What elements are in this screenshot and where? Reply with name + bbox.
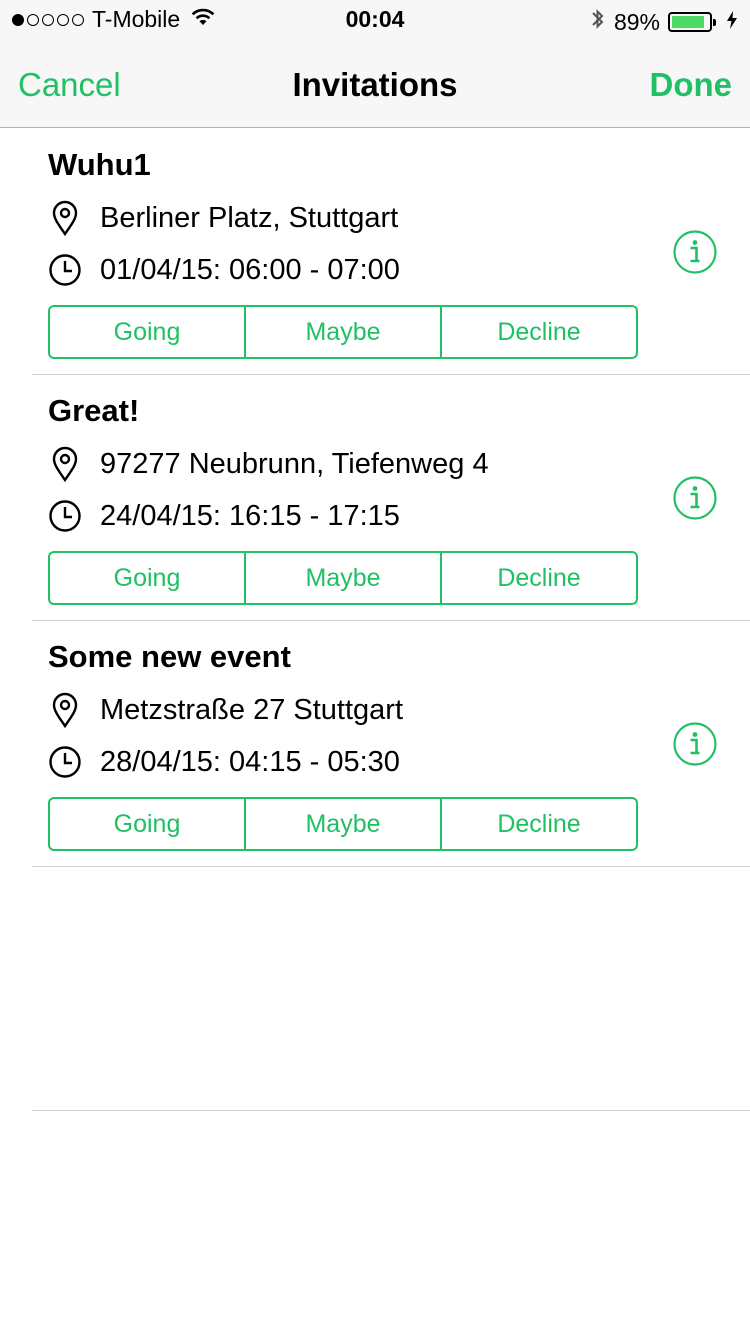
info-icon[interactable] (672, 229, 718, 275)
done-button[interactable]: Done (650, 66, 733, 104)
maybe-button[interactable]: Maybe (246, 553, 442, 603)
battery-percent: 89% (613, 8, 660, 35)
rsvp-segmented-control: Going Maybe Decline (48, 305, 638, 359)
battery-level (672, 16, 705, 28)
invitation-row: Great! 97277 Neubrunn, Tiefenweg 4 24/04… (0, 375, 750, 621)
rsvp-segmented-control: Going Maybe Decline (48, 797, 638, 851)
clock-icon (48, 743, 82, 781)
maybe-button[interactable]: Maybe (246, 799, 442, 849)
status-bar: T-Mobile 00:04 89% (0, 0, 750, 40)
page-title: Invitations (292, 66, 458, 103)
event-location: Metzstraße 27 Stuttgart (100, 693, 404, 726)
event-title: Great! (48, 393, 140, 428)
event-title: Some new event (48, 639, 291, 674)
event-time: 28/04/15: 04:15 - 05:30 (100, 745, 400, 778)
invitation-row: Wuhu1 Berliner Platz, Stuttgart 01/04/15… (0, 129, 750, 375)
maybe-button[interactable]: Maybe (246, 307, 442, 357)
map-pin-icon (48, 199, 82, 237)
event-location: Berliner Platz, Stuttgart (100, 201, 399, 234)
event-title: Wuhu1 (48, 147, 151, 182)
info-icon[interactable] (672, 721, 718, 767)
row-divider (32, 866, 750, 867)
bluetooth-icon (590, 6, 606, 38)
map-pin-icon (48, 445, 82, 483)
decline-button[interactable]: Decline (442, 799, 636, 849)
top-bar: T-Mobile 00:04 89% Cancel Invitations Do… (0, 0, 750, 128)
decline-button[interactable]: Decline (442, 553, 636, 603)
event-time: 24/04/15: 16:15 - 17:15 (100, 499, 400, 532)
event-time: 01/04/15: 06:00 - 07:00 (100, 253, 400, 286)
invitation-row: Some new event Metzstraße 27 Stuttgart 2… (0, 621, 750, 867)
decline-button[interactable]: Decline (442, 307, 636, 357)
going-button[interactable]: Going (50, 553, 246, 603)
battery-icon (668, 12, 716, 32)
clock-icon (48, 497, 82, 535)
empty-row-divider (32, 1110, 750, 1111)
map-pin-icon (48, 691, 82, 729)
going-button[interactable]: Going (50, 799, 246, 849)
charging-icon (726, 9, 738, 36)
info-icon[interactable] (672, 475, 718, 521)
clock-icon (48, 251, 82, 289)
navigation-bar: Cancel Invitations Done (0, 40, 750, 128)
rsvp-segmented-control: Going Maybe Decline (48, 551, 638, 605)
invitation-list: Wuhu1 Berliner Platz, Stuttgart 01/04/15… (0, 129, 750, 867)
event-location: 97277 Neubrunn, Tiefenweg 4 (100, 447, 489, 480)
going-button[interactable]: Going (50, 307, 246, 357)
